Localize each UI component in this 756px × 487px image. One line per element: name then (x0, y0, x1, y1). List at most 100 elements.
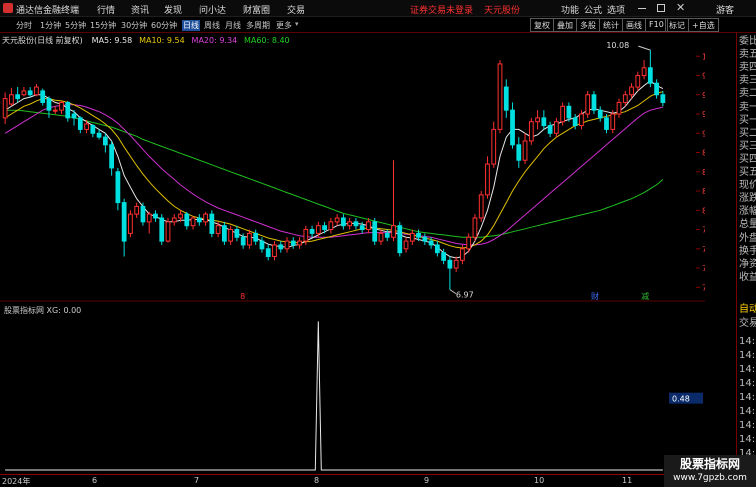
candle (228, 225, 234, 245)
candle (196, 214, 202, 226)
multi-stock-button[interactable]: 多股 (576, 18, 600, 32)
side-panel-item: 换手 (739, 245, 756, 257)
period-1min[interactable]: 1分钟 (40, 20, 61, 31)
price-tick-label: 8.75 (702, 149, 705, 158)
candle-body (510, 109, 515, 146)
side-panel-item: 卖四 (739, 62, 756, 74)
period-daily[interactable]: 日线 (182, 20, 200, 31)
side-panel-item: 收益 (739, 271, 756, 283)
minimize-icon[interactable] (638, 8, 646, 9)
candle (21, 87, 27, 97)
menu-wealth[interactable]: 财富圈 (243, 3, 270, 16)
candle-body (196, 217, 202, 223)
menu-discover[interactable]: 发现 (164, 3, 182, 16)
candle-body (441, 252, 447, 261)
candle-body (522, 140, 528, 161)
side-panel-item: 卖五 (739, 49, 756, 61)
mark-button[interactable]: 标记 (665, 18, 689, 32)
adjust-button[interactable]: 复权 (530, 18, 554, 32)
period-toolbar: 分时 1分钟 5分钟 15分钟 30分钟 60分钟 日线 周线 月线 多周期 更… (0, 17, 756, 33)
period-timeshare[interactable]: 分时 (16, 20, 32, 31)
candle-body (203, 213, 208, 223)
candle-body (353, 221, 359, 227)
candle-body (253, 232, 259, 242)
candle-body (102, 136, 108, 146)
event-marker[interactable]: 8 (240, 292, 245, 301)
candle-body (171, 217, 177, 223)
side-panel-item: 买二 (739, 127, 756, 139)
side-panel-item: 买五 (739, 167, 756, 178)
candle-body (547, 125, 553, 134)
menu-news[interactable]: 资讯 (131, 3, 149, 16)
candle (146, 211, 152, 234)
candle (541, 110, 547, 130)
candle-body (453, 259, 459, 269)
candle (409, 229, 415, 245)
candle-body (259, 240, 265, 250)
price-tick-label: 9.25 (702, 110, 705, 119)
candle (616, 98, 622, 118)
candle (553, 117, 559, 138)
event-marker[interactable]: 财 (591, 291, 599, 301)
candle (278, 241, 284, 253)
period-30min[interactable]: 30分钟 (121, 20, 147, 31)
indicator-panel[interactable]: 1.000.800.600.400.200.000.48 股票指标网 XG: 0… (0, 304, 724, 475)
high-marker (638, 45, 651, 51)
period-5min[interactable]: 5分钟 (65, 20, 86, 31)
candle-body (309, 229, 315, 234)
period-more[interactable]: 更多 (276, 20, 292, 31)
period-monthly[interactable]: 月线 (225, 20, 241, 31)
menu-formula[interactable]: 公式 (584, 3, 602, 16)
close-icon[interactable]: ✕ (676, 1, 685, 14)
candle (334, 214, 340, 226)
menu-ask[interactable]: 问小达 (199, 3, 226, 16)
side-panel-item: 买三 (739, 140, 756, 152)
add-watchlist-button[interactable]: +自选 (688, 18, 719, 32)
date-label-9: 9 (424, 476, 430, 485)
date-label-10: 10 (534, 476, 545, 485)
candle-body (247, 232, 252, 246)
candle (328, 217, 334, 234)
candle-body (372, 221, 378, 242)
candle (472, 214, 478, 242)
candle-body (140, 205, 146, 223)
candle (65, 100, 71, 122)
candle-body (278, 244, 284, 250)
candle-body (503, 86, 509, 111)
candle (102, 133, 108, 153)
restore-icon[interactable] (657, 4, 665, 12)
candle (221, 221, 227, 245)
menu-function[interactable]: 功能 (561, 3, 579, 16)
login-status[interactable]: 证券交易未登录 (410, 3, 473, 16)
candle-body (434, 244, 440, 254)
kline-chart[interactable]: 10.00 9.75 9.50 9.25 9.00 8.75 8.50 8.25 8.00 7.7… (0, 33, 725, 302)
candle (453, 256, 459, 272)
stats-button[interactable]: 统计 (599, 18, 623, 32)
period-weekly[interactable]: 周线 (204, 20, 220, 31)
stock-name-title: 天元股份 (484, 6, 521, 16)
overlay-button[interactable]: 叠加 (553, 18, 577, 32)
menu-options[interactable]: 选项 (607, 3, 625, 16)
period-15min[interactable]: 15分钟 (90, 20, 116, 31)
side-panel-item: 14:56 (739, 434, 756, 445)
menu-trade[interactable]: 交易 (287, 3, 305, 16)
candle-body (34, 86, 39, 96)
candle (171, 214, 177, 226)
candle-body (234, 229, 240, 238)
candle-body (447, 259, 453, 269)
candle-body (71, 113, 77, 119)
candle (253, 229, 259, 245)
menu-quotes[interactable]: 行情 (97, 3, 115, 16)
candle (52, 106, 58, 115)
period-60min[interactable]: 60分钟 (151, 20, 177, 31)
legend-ma5: MA5: 9.58 (91, 36, 133, 45)
date-axis: 2024年 6 7 8 9 10 11 (0, 474, 705, 487)
period-multi[interactable]: 多周期 (246, 20, 270, 31)
candle (547, 121, 553, 138)
draw-button[interactable]: 画线 (622, 18, 646, 32)
candle (341, 214, 346, 230)
event-marker[interactable]: 减 (641, 291, 649, 301)
guest-label[interactable]: 游客 (716, 3, 734, 16)
candle (591, 90, 597, 115)
candle-body (228, 229, 234, 242)
